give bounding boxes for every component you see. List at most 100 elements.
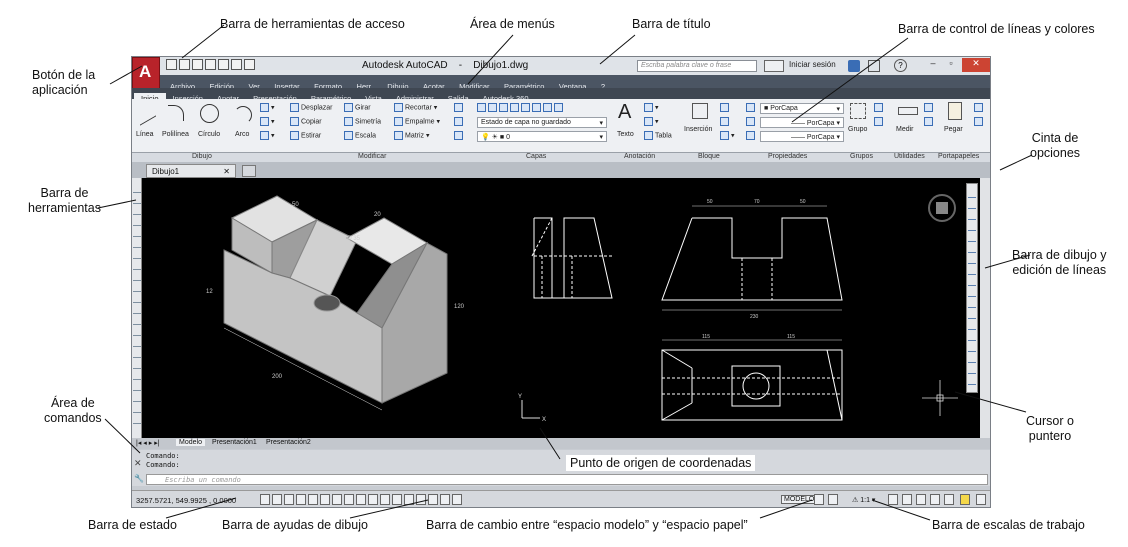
print-icon[interactable] (218, 59, 229, 70)
dyn-icon[interactable] (368, 494, 378, 505)
open-file-icon[interactable] (179, 59, 190, 70)
signin-button[interactable]: Iniciar sesión (789, 60, 836, 69)
exchange-icon[interactable] (848, 60, 860, 72)
am-icon[interactable] (428, 494, 438, 505)
annomon-icon[interactable] (440, 494, 450, 505)
isolate-icon[interactable] (944, 494, 954, 505)
quick-view-drawings-icon[interactable] (828, 494, 838, 505)
snap-icon[interactable] (272, 494, 282, 505)
grid-icon[interactable] (284, 494, 294, 505)
tool-polilinea[interactable]: Polilínea (162, 131, 189, 138)
sc-icon[interactable] (416, 494, 426, 505)
otrack-icon[interactable] (344, 494, 354, 505)
paste-icon[interactable] (948, 102, 962, 120)
save-icon[interactable] (192, 59, 203, 70)
polyline-icon[interactable] (168, 105, 184, 121)
text-icon[interactable]: A (618, 101, 631, 124)
tool-insercion[interactable]: Inserción (684, 126, 712, 133)
tool-circulo[interactable]: Círculo (198, 131, 220, 138)
linetype-icon[interactable] (746, 131, 757, 140)
search-input[interactable]: Escriba palabra clave o frase (637, 60, 757, 72)
application-button[interactable]: A (132, 57, 160, 89)
tab-presentacion1[interactable]: Presentación1 (212, 439, 257, 446)
circle-icon[interactable] (200, 104, 219, 123)
insert-block-icon[interactable] (692, 103, 708, 119)
tool-matriz[interactable]: Matriz ▾ (394, 131, 430, 140)
wrench-icon[interactable]: 🔧 (134, 474, 144, 483)
polar-icon[interactable] (308, 494, 318, 505)
qp-icon[interactable] (404, 494, 414, 505)
layer-select[interactable]: 💡 ☀ ■ 0 ▾ (477, 131, 607, 142)
infer-icon[interactable] (260, 494, 270, 505)
redo-icon[interactable] (244, 59, 255, 70)
close-command-icon[interactable]: ✕ (134, 458, 142, 469)
binoculars-icon[interactable] (764, 60, 784, 72)
erase-icon[interactable] (454, 103, 465, 112)
panel-propiedades[interactable]: Propiedades (768, 153, 807, 160)
coordinates-readout[interactable]: 3257.5721, 549.9925 , 0.0000 (136, 496, 236, 505)
annotation-visibility-icon[interactable] (888, 494, 898, 505)
rectangle-icon[interactable]: ▾ (260, 103, 275, 112)
copy-clip-icon[interactable] (974, 117, 985, 126)
explode-icon[interactable] (454, 117, 465, 126)
viewcube-icon[interactable] (928, 194, 956, 222)
document-tab[interactable]: Dibujo1 ✕ (146, 164, 236, 178)
3dosnap-icon[interactable] (332, 494, 342, 505)
tool-tabla[interactable]: Tabla (644, 131, 672, 140)
ungroup-icon[interactable] (874, 103, 885, 112)
tool-girar[interactable]: Girar (344, 103, 371, 112)
layer-tools[interactable] (477, 103, 565, 112)
command-input[interactable]: Escriba un comando (146, 474, 988, 485)
tool-empalme[interactable]: Empalme ▾ (394, 117, 440, 126)
quick-select-icon[interactable] (924, 103, 935, 112)
close-button[interactable]: ✕ (962, 58, 990, 72)
tool-escala[interactable]: Escala (344, 131, 376, 140)
hardware-icon[interactable] (930, 494, 940, 505)
tab-modelo[interactable]: Modelo (176, 439, 205, 446)
color-select[interactable]: ■ PorCapa ▾ (760, 103, 844, 114)
create-block-icon[interactable] (720, 103, 731, 112)
tool-grupo[interactable]: Grupo (848, 126, 867, 133)
panel-dibujo[interactable]: Dibujo (192, 153, 212, 160)
new-file-icon[interactable] (166, 59, 177, 70)
osnap-icon[interactable] (320, 494, 330, 505)
workspace-icon[interactable] (902, 494, 912, 505)
linetype-select[interactable]: —— PorCapa ▾ (760, 131, 844, 142)
warning-icon[interactable] (868, 60, 880, 72)
tool-pegar[interactable]: Pegar (944, 126, 963, 133)
dimension-icon[interactable]: ▾ (644, 103, 659, 112)
draw-tools-strip[interactable] (133, 182, 141, 432)
plus-icon[interactable] (452, 494, 462, 505)
clean-screen-icon[interactable] (976, 494, 986, 505)
lineweight-icon[interactable] (746, 117, 757, 126)
line-icon[interactable] (140, 100, 156, 126)
ortho-icon[interactable] (296, 494, 306, 505)
arc-icon[interactable] (234, 106, 252, 124)
offset-icon[interactable] (454, 131, 465, 140)
tab-presentacion2[interactable]: Presentación2 (266, 439, 311, 446)
group-icon[interactable] (850, 103, 866, 119)
attribute-icon[interactable]: ▾ (720, 131, 735, 140)
help-icon[interactable]: ? (894, 59, 907, 72)
measure-icon[interactable] (898, 107, 918, 115)
layer-state-select[interactable]: Estado de capa no guardado ▾ (477, 117, 607, 128)
vertical-scrollbar[interactable] (980, 178, 990, 438)
tool-texto[interactable]: Texto (617, 131, 634, 138)
tool-medir[interactable]: Medir (896, 126, 914, 133)
group-edit-icon[interactable] (874, 117, 885, 126)
tool-recortar[interactable]: Recortar ▾ (394, 103, 437, 112)
lock-icon[interactable] (916, 494, 926, 505)
tool-arco[interactable]: Arco (235, 131, 249, 138)
tool-copiar[interactable]: Copiar (290, 117, 322, 126)
model-space-toggle[interactable]: MODELO (781, 495, 818, 504)
calculator-icon[interactable] (924, 117, 935, 126)
hatch-icon[interactable]: ▾ (260, 117, 275, 126)
panel-modificar[interactable]: Modificar (358, 153, 386, 160)
annotation-scale[interactable]: ⚠ 1:1 ▾ (852, 496, 875, 504)
panel-bloque[interactable]: Bloque (698, 153, 720, 160)
region-icon[interactable]: ▾ (260, 131, 275, 140)
lightbulb-icon[interactable] (960, 494, 970, 505)
minimize-button[interactable]: – (924, 58, 942, 72)
layout-nav-icon[interactable]: |◂ ◂ ▸ ▸| (136, 439, 160, 447)
panel-utilidades[interactable]: Utilidades (894, 153, 925, 160)
